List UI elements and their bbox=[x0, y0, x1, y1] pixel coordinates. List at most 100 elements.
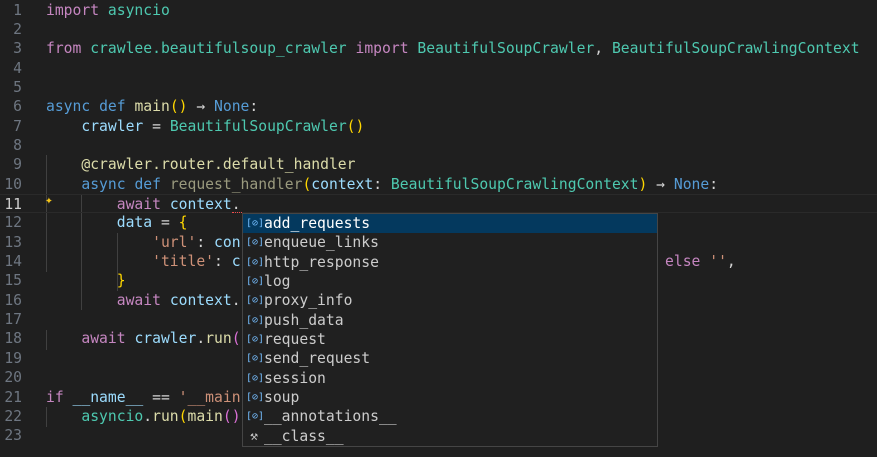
line-number: 13 bbox=[4, 233, 22, 251]
suggestion-item[interactable]: [⊘] request bbox=[243, 330, 657, 349]
wrench-icon: ⚒ bbox=[250, 428, 258, 444]
field-icon: [⊘] bbox=[246, 334, 265, 346]
code-line[interactable]: 3 from crawlee.beautifulsoup_crawler impo… bbox=[0, 39, 877, 58]
code-token: BeautifulSoupCrawlingContext bbox=[611, 40, 860, 58]
line-number: 11 bbox=[4, 196, 22, 213]
line-number: 10 bbox=[4, 175, 22, 193]
code-token: 'url' bbox=[152, 233, 197, 251]
line-number: 15 bbox=[4, 272, 22, 290]
code-line[interactable]: 5 bbox=[0, 78, 877, 97]
code-token: asyncio bbox=[107, 1, 170, 19]
code-line[interactable]: 7 crawler = BeautifulSoupCrawler() bbox=[0, 117, 877, 136]
suggestion-item[interactable]: [⊘] add_requests bbox=[243, 214, 657, 234]
code-token: await bbox=[116, 196, 161, 213]
code-token: : bbox=[196, 233, 215, 251]
line-number: 6 bbox=[13, 98, 22, 116]
code-token: request_handler bbox=[169, 175, 303, 193]
code-token: () bbox=[346, 117, 365, 135]
code-token: else bbox=[665, 253, 701, 271]
code-token: = bbox=[152, 214, 179, 232]
code-token: BeautifulSoupCrawlingContext bbox=[390, 175, 639, 193]
code-token: if bbox=[46, 388, 64, 406]
code-token: '' bbox=[709, 253, 727, 271]
field-icon: [⊘] bbox=[246, 372, 265, 384]
suggestion-item[interactable]: [⊘] __annotations__ bbox=[243, 407, 657, 426]
line-number: 22 bbox=[4, 407, 22, 425]
code-text: async def request_handler(context: Beaut… bbox=[46, 175, 718, 194]
suggestion-item[interactable]: [⊘] send_request bbox=[243, 349, 657, 368]
code-text: async def main() → None: bbox=[46, 97, 258, 116]
field-icon: [⊘] bbox=[246, 353, 265, 365]
line-number: 21 bbox=[4, 388, 22, 406]
suggestion-label: __class__ bbox=[264, 427, 344, 445]
code-token: from bbox=[46, 40, 82, 58]
code-text: if __name__ == '__main bbox=[46, 388, 241, 407]
field-icon: [⊘] bbox=[246, 256, 265, 268]
code-text: asyncio.run(main() bbox=[46, 407, 241, 426]
suggestion-item[interactable]: ⚒ __class__ bbox=[243, 427, 657, 446]
suggestion-label: add_requests bbox=[264, 215, 371, 232]
code-line[interactable]: 1 import asyncio bbox=[0, 1, 877, 20]
code-line[interactable]: 10 async def request_handler(context: Be… bbox=[0, 175, 877, 194]
code-token: == bbox=[143, 388, 179, 406]
code-token: : bbox=[249, 98, 259, 116]
field-icon: [⊘] bbox=[246, 411, 265, 423]
suggestion-label: proxy_info bbox=[264, 292, 353, 310]
code-token: , bbox=[726, 253, 736, 271]
line-number: 3 bbox=[13, 40, 22, 58]
code-token: } bbox=[116, 272, 126, 290]
code-token: . bbox=[143, 407, 153, 425]
code-token: 'title' bbox=[152, 253, 215, 271]
code-line[interactable]: 8 bbox=[0, 136, 877, 155]
suggestion-item[interactable]: [⊘] proxy_info bbox=[243, 291, 657, 310]
suggestion-item[interactable]: [⊘] push_data bbox=[243, 311, 657, 330]
sparkle-icon[interactable]: ✦ bbox=[45, 193, 53, 208]
code-token: , bbox=[594, 40, 612, 58]
code-token: () bbox=[169, 98, 188, 116]
code-token: : bbox=[373, 175, 391, 193]
code-token: None bbox=[214, 98, 250, 116]
suggestion-item[interactable]: [⊘] log bbox=[243, 272, 657, 291]
code-line[interactable]: 9 @crawler.router.default_handler bbox=[0, 155, 877, 174]
code-line[interactable]: 11 await context. bbox=[0, 194, 877, 214]
code-text: await context. bbox=[46, 291, 241, 310]
suggestion-item[interactable]: [⊘] http_response bbox=[243, 253, 657, 272]
code-token: run bbox=[152, 407, 179, 425]
suggestion-item[interactable]: [⊘] soup bbox=[243, 388, 657, 407]
code-token: : bbox=[214, 253, 232, 271]
code-token: = bbox=[143, 117, 170, 135]
code-token: () bbox=[222, 407, 241, 425]
line-number: 19 bbox=[4, 349, 22, 367]
code-token: ) bbox=[638, 175, 648, 193]
line-number: 7 bbox=[13, 117, 22, 135]
suggestion-label: http_response bbox=[264, 253, 379, 271]
code-line[interactable]: 6 async def main() → None: bbox=[0, 97, 877, 116]
code-token: { bbox=[178, 214, 188, 232]
line-number: 9 bbox=[13, 156, 22, 174]
code-token: crawler bbox=[134, 330, 197, 348]
suggestion-item[interactable]: [⊘] enqueue_links bbox=[243, 233, 657, 252]
suggestion-item[interactable]: [⊘] session bbox=[243, 369, 657, 388]
code-token: '__main bbox=[178, 388, 241, 406]
code-line[interactable]: 2 bbox=[0, 20, 877, 39]
code-line[interactable]: 4 bbox=[0, 59, 877, 78]
code-token: import bbox=[46, 1, 100, 19]
autocomplete-popup[interactable]: [⊘] add_requests [⊘] enqueue_links [⊘] http_r… bbox=[242, 213, 658, 447]
field-icon: [⊘] bbox=[246, 237, 265, 249]
field-icon: [⊘] bbox=[246, 314, 265, 326]
code-text: from crawlee.beautifulsoup_crawler impor… bbox=[46, 39, 860, 58]
